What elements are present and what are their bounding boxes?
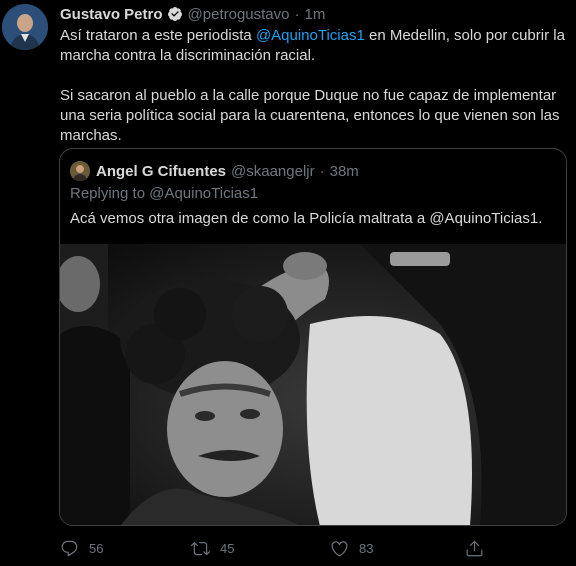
reply-count: 56 (89, 540, 104, 556)
tweet-actions: 56 45 83 (60, 536, 550, 560)
quoted-tweet-header: Angel G Cifuentes @skaangeljr · 38m (70, 161, 359, 181)
replying-to: Replying to @AquinoTicias1 (70, 185, 259, 202)
tweet-paragraph-2: Si sacaron al pueblo a la calle porque D… (60, 87, 560, 144)
verified-badge-icon (167, 7, 182, 21)
like-count: 83 (359, 540, 374, 556)
display-name[interactable]: Gustavo Petro (60, 6, 163, 23)
like-button[interactable]: 83 (330, 536, 373, 560)
quoted-display-name[interactable]: Angel G Cifuentes (96, 163, 226, 180)
mention-link[interactable]: @AquinoTicias1 (256, 27, 365, 44)
tweet[interactable]: Gustavo Petro @petrogustavo · 1m Así tra… (0, 0, 576, 566)
quoted-tweet-text: Acá vemos otra imagen de como la Policía… (70, 210, 543, 227)
separator-dot: · (294, 5, 300, 23)
tweet-text-part-1: Así trataron a este periodista (60, 27, 256, 44)
like-icon (331, 540, 348, 556)
reply-button[interactable]: 56 (60, 536, 103, 560)
avatar[interactable] (2, 4, 48, 50)
quoted-handle[interactable]: @skaangeljr (231, 163, 315, 180)
timestamp[interactable]: 1m (304, 6, 325, 23)
quoted-tweet[interactable]: Angel G Cifuentes @skaangeljr · 38m Repl… (59, 148, 567, 526)
retweet-icon (191, 541, 210, 555)
quoted-timestamp[interactable]: 38m (330, 163, 359, 180)
quoted-separator-dot: · (319, 162, 325, 180)
tweet-paragraph-1: Así trataron a este periodista @AquinoTi… (60, 26, 566, 66)
retweet-count: 45 (220, 540, 235, 556)
retweet-button[interactable]: 45 (191, 536, 234, 560)
share-icon (466, 540, 483, 556)
tweet-text: Así trataron a este periodista @AquinoTi… (60, 26, 566, 146)
reply-icon (61, 540, 78, 556)
tweet-header: Gustavo Petro @petrogustavo · 1m (60, 4, 325, 24)
quoted-photo[interactable] (60, 244, 566, 525)
quoted-avatar (70, 161, 90, 181)
handle[interactable]: @petrogustavo (188, 6, 290, 23)
share-button[interactable] (465, 536, 494, 560)
